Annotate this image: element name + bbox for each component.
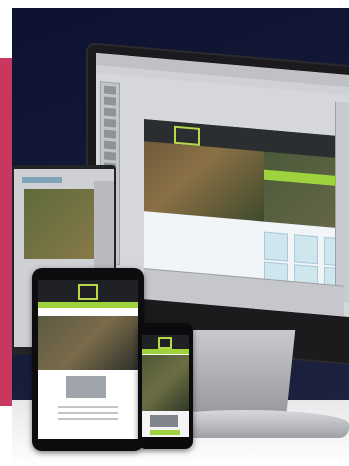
- tablet-header: [38, 280, 138, 302]
- website-product-cell: [264, 231, 288, 262]
- phone-hero-image: [142, 355, 189, 411]
- phone-green-bar: [142, 349, 189, 354]
- tool-icon: [104, 129, 116, 139]
- website-design-canvas: [144, 119, 349, 297]
- website-product-cell: [294, 234, 318, 265]
- website-hero-image: [144, 141, 264, 222]
- phone-screen: [142, 335, 189, 437]
- tablet-hero-image: [38, 316, 138, 370]
- device-mockup-scene: [0, 0, 349, 466]
- tool-icon: [104, 118, 116, 128]
- tablet-screen: [38, 280, 138, 439]
- phone: [138, 323, 193, 449]
- tool-icon: [104, 96, 116, 106]
- laptop-website-image: [24, 189, 104, 259]
- website-logo-icon: [174, 125, 200, 146]
- tool-icon: [104, 85, 116, 95]
- tablet-text-line: [58, 406, 118, 408]
- tablet-text-line: [58, 418, 118, 420]
- tablet-green-bar: [38, 302, 138, 308]
- pink-accent-strip: [0, 58, 12, 406]
- editor-layers-panel: [335, 101, 349, 306]
- tool-icon: [104, 107, 116, 117]
- phone-logo-icon: [158, 337, 172, 349]
- tablet-profile-card: [66, 376, 106, 398]
- tool-icon: [104, 151, 116, 161]
- phone-profile-card: [150, 415, 178, 427]
- phone-header: [142, 335, 189, 349]
- tablet-text-line: [58, 412, 118, 414]
- tablet-logo-icon: [78, 284, 98, 300]
- tool-icon: [104, 140, 116, 150]
- phone-green-button: [150, 430, 180, 435]
- tablet: [32, 268, 144, 451]
- laptop-tab: [22, 177, 62, 183]
